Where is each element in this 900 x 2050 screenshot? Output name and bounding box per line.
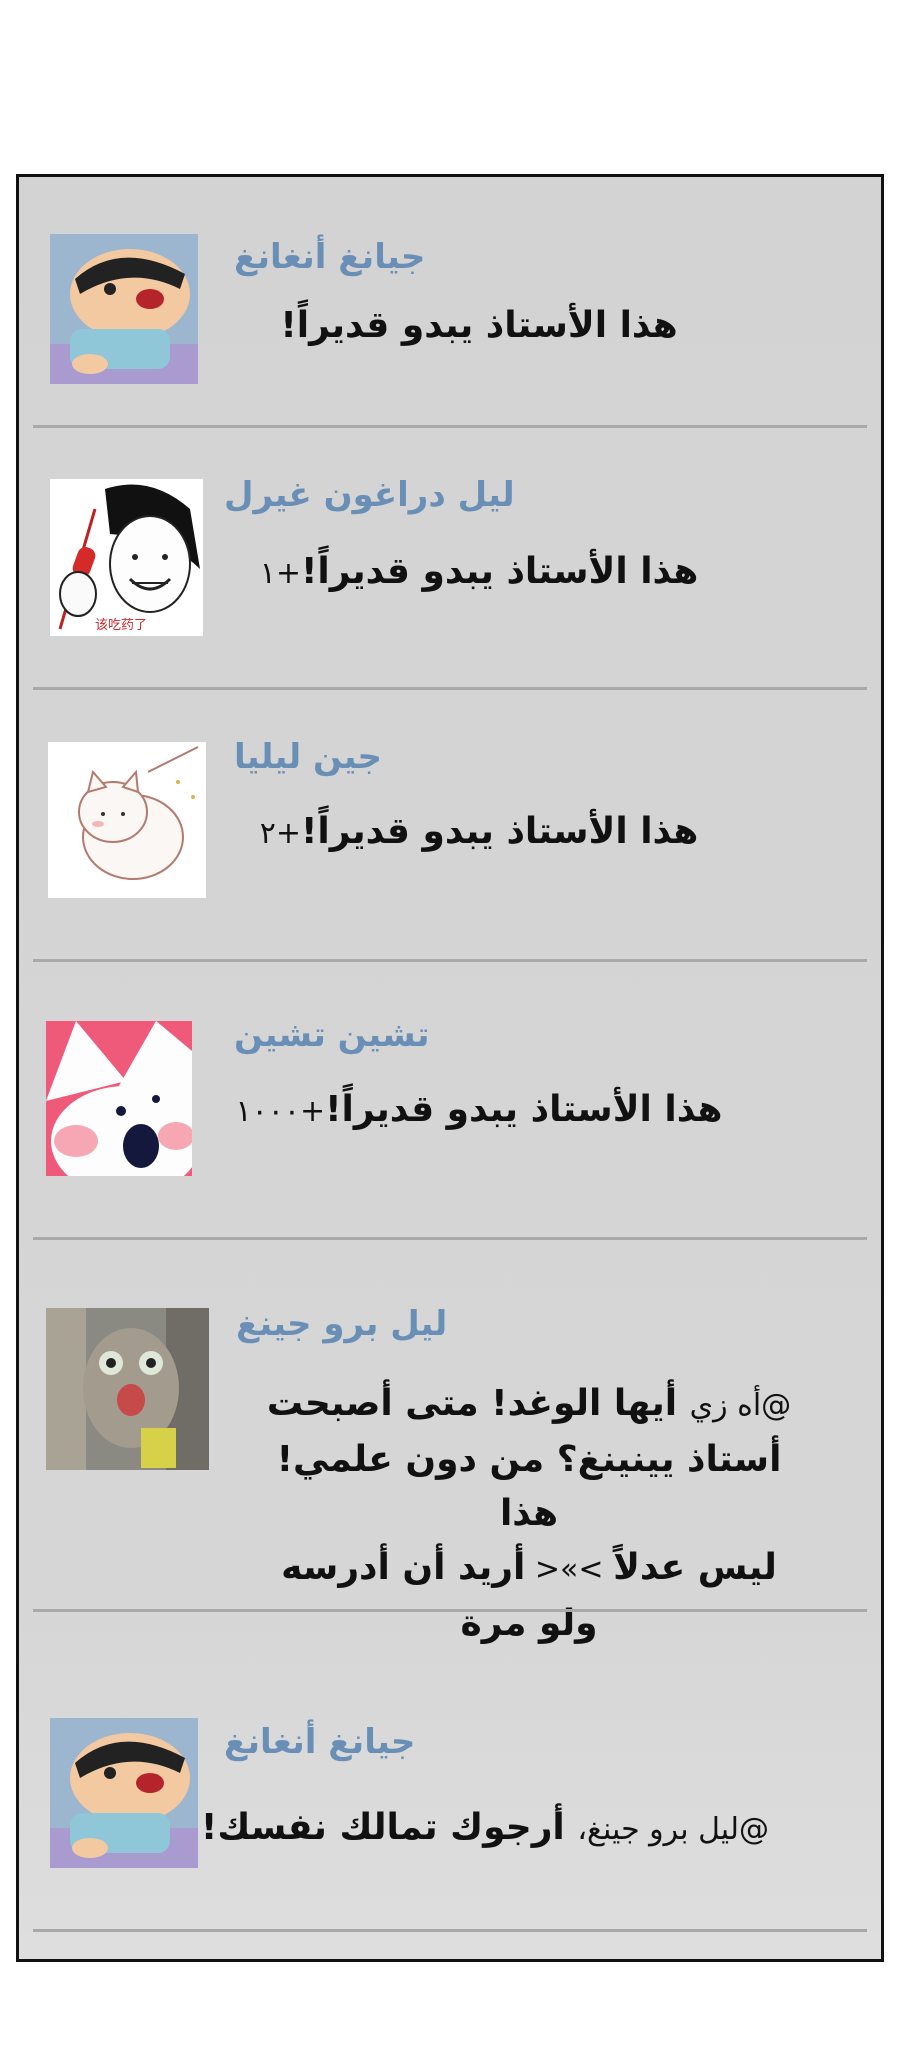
comment-body: هذا الأستاذ يبدو قديراً!	[300, 551, 699, 592]
comment-body: ليس عدلاً	[613, 1547, 777, 1588]
comment-username[interactable]: جيانغ أنغانغ	[234, 237, 425, 277]
avatar[interactable]: 该吃药了	[50, 479, 203, 636]
comment-body: هذا الأستاذ يبدو قديراً!	[280, 305, 678, 346]
emoticon: >»<	[525, 1552, 614, 1587]
comment-text: هذا الأستاذ يبدو قديراً!+١	[219, 551, 739, 592]
divider	[33, 1609, 867, 1612]
shocked-cat-avatar-icon	[46, 1308, 209, 1470]
comment-text: هذا الأستاذ يبدو قديراً!+٢	[219, 811, 739, 852]
plus-count: +١	[259, 556, 301, 591]
divider	[33, 959, 867, 962]
plus-count: +١٠٠٠	[235, 1094, 326, 1129]
comment-body: أيها الوغد! متى أصبحت	[266, 1383, 678, 1424]
comment-line: ليس عدلاً >»< أريد أن أدرسه ولو مرة	[249, 1541, 809, 1651]
avatar[interactable]	[48, 742, 206, 898]
crayon-shin-chan-avatar-icon	[50, 1718, 198, 1868]
divider	[33, 687, 867, 690]
divider	[33, 1237, 867, 1240]
comment-username[interactable]: ليل دراغون غيرل	[224, 475, 515, 515]
plus-count: +٢	[259, 816, 301, 851]
comment-line: @أه زي أيها الوغد! متى أصبحت	[249, 1377, 809, 1433]
comment-username[interactable]: جيانغ أنغانغ	[224, 1722, 415, 1762]
comment-body: هذا الأستاذ يبدو قديراً!	[300, 811, 699, 852]
meme-face-avatar-icon: 该吃药了	[50, 479, 203, 636]
mention[interactable]: @أه زي	[690, 1388, 792, 1423]
comment-line: أستاذ يينينغ؟ من دون علمي! هذا	[276, 1439, 782, 1534]
comment-body: أرجوك تمالك نفسك!	[200, 1807, 565, 1848]
white-cat-avatar-icon	[48, 742, 206, 898]
avatar[interactable]	[50, 234, 198, 384]
comment-text: هذا الأستاذ يبدو قديراً!+١٠٠٠	[219, 1089, 739, 1130]
comment-text: @ليل برو جينغ، أرجوك تمالك نفسك!	[201, 1807, 769, 1848]
avatar[interactable]	[50, 1718, 198, 1868]
comment-username[interactable]: تشين تشين	[234, 1015, 430, 1055]
pink-bunny-avatar-icon	[46, 1021, 192, 1176]
comment-username[interactable]: ليل برو جينغ	[236, 1304, 447, 1344]
comment-username[interactable]: جين ليليا	[234, 737, 382, 777]
mention[interactable]: @ليل برو جينغ،	[577, 1812, 769, 1847]
avatar[interactable]	[46, 1021, 192, 1176]
crayon-shin-chan-avatar-icon	[50, 234, 198, 384]
avatar[interactable]	[46, 1308, 209, 1470]
divider	[33, 1929, 867, 1932]
comment-body: هذا الأستاذ يبدو قديراً!	[325, 1089, 723, 1130]
comment-text: هذا الأستاذ يبدو قديراً!	[219, 305, 739, 346]
comments-panel: جيانغ أنغانغ هذا الأستاذ يبدو قديراً! 该吃…	[16, 174, 884, 1962]
svg-text:该吃药了: 该吃药了	[95, 617, 147, 633]
divider	[33, 425, 867, 428]
